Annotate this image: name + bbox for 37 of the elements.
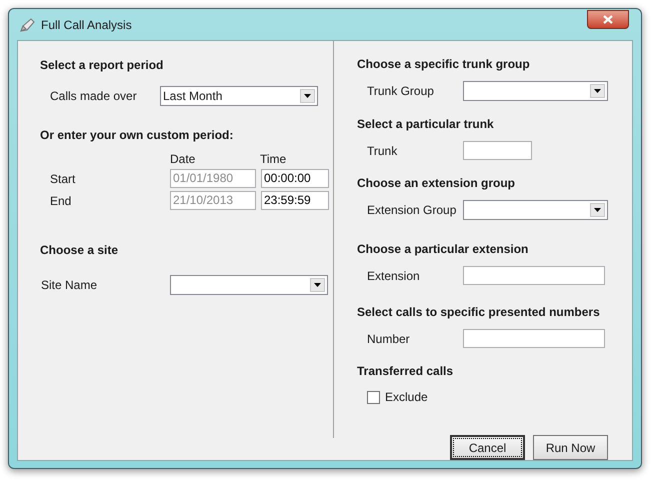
section-heading: Select a particular trunk <box>357 117 495 131</box>
field-label: Extension Group <box>366 202 458 219</box>
checkbox-label: Exclude <box>385 389 428 406</box>
time-field[interactable]: 00:00:00 <box>261 169 329 188</box>
dialog-button[interactable]: Run Now <box>533 435 608 460</box>
field-label: Extension <box>366 268 421 284</box>
site-dropdown[interactable] <box>170 275 328 295</box>
row-label: Start <box>49 170 76 188</box>
filter-dropdown[interactable] <box>463 81 608 101</box>
close-button[interactable] <box>587 10 629 29</box>
filter-dropdown[interactable] <box>463 200 608 220</box>
input-field[interactable] <box>463 329 605 348</box>
section-heading: Choose a site <box>40 243 120 257</box>
close-icon <box>603 15 613 24</box>
window-title: Full Call Analysis <box>41 16 132 34</box>
input-field[interactable] <box>463 141 532 160</box>
exclude-checkbox[interactable] <box>367 390 380 404</box>
section-heading: Transferred calls <box>357 364 454 378</box>
dialog-button[interactable]: Cancel <box>450 435 525 460</box>
field-label: Trunk <box>366 142 398 160</box>
pen-icon <box>19 16 35 32</box>
input-field[interactable] <box>463 266 605 285</box>
field-label: Number <box>366 330 411 348</box>
column-header: Date <box>170 152 196 166</box>
section-heading: Select calls to specific presented numbers <box>357 305 601 319</box>
row-label: End <box>49 192 72 210</box>
section-heading: Select a report period <box>40 58 164 72</box>
period-dropdown[interactable]: Last Month <box>160 86 318 106</box>
section-heading: Choose an extension group <box>357 176 516 190</box>
section-heading: Choose a particular extension <box>357 242 530 256</box>
column-header: Time <box>260 152 286 166</box>
field-label: Calls made over <box>49 88 138 105</box>
time-field[interactable]: 23:59:59 <box>261 191 329 210</box>
field-label: Site Name <box>40 277 98 294</box>
field-label: Trunk Group <box>366 83 435 100</box>
section-heading: Or enter your own custom period: <box>40 128 234 142</box>
section-heading: Choose a specific trunk group <box>357 57 531 71</box>
